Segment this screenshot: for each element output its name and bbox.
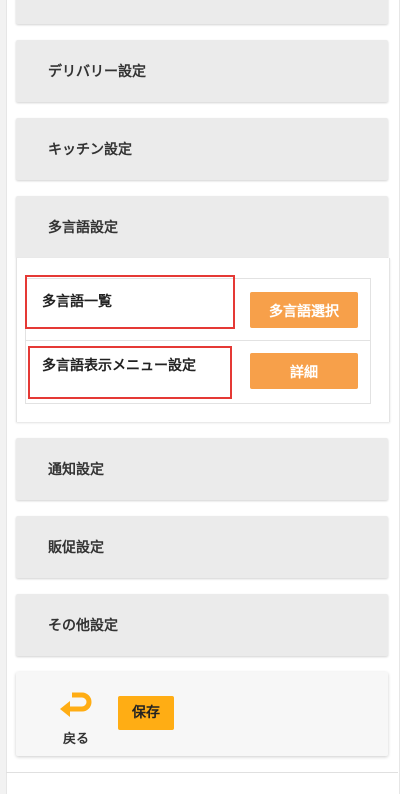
divider bbox=[6, 772, 398, 773]
multilang-select-button[interactable]: 多言語選択 bbox=[250, 292, 358, 328]
back-label: 戻る bbox=[62, 732, 89, 747]
save-button[interactable]: 保存 bbox=[118, 696, 174, 730]
section-promotion[interactable]: 販促設定 bbox=[16, 516, 388, 578]
section-multilang-label: 多言語設定 bbox=[48, 220, 118, 236]
section-other-label: その他設定 bbox=[48, 618, 118, 634]
section-kitchen-label: キッチン設定 bbox=[48, 142, 132, 158]
section-multilang[interactable]: 多言語設定 bbox=[16, 196, 388, 258]
multilang-detail-button[interactable]: 詳細 bbox=[250, 353, 358, 389]
section-previous[interactable] bbox=[16, 0, 388, 24]
section-notification-label: 通知設定 bbox=[48, 462, 104, 478]
section-promotion-label: 販促設定 bbox=[48, 540, 104, 556]
section-delivery[interactable]: デリバリー設定 bbox=[16, 40, 388, 102]
highlight-box-multilang-menu bbox=[28, 346, 232, 399]
return-arrow-icon bbox=[60, 692, 92, 717]
back-button[interactable]: 戻る bbox=[54, 688, 98, 747]
settings-page: デリバリー設定 キッチン設定 多言語設定 多言語一覧 多言語選択 多言語表示メニ… bbox=[0, 0, 400, 794]
highlight-box-multilang-list bbox=[25, 275, 235, 329]
footer-actions: 戻る 保存 bbox=[16, 672, 388, 756]
section-notification[interactable]: 通知設定 bbox=[16, 438, 388, 500]
section-kitchen[interactable]: キッチン設定 bbox=[16, 118, 388, 180]
section-other[interactable]: その他設定 bbox=[16, 594, 388, 656]
section-delivery-label: デリバリー設定 bbox=[48, 64, 146, 80]
